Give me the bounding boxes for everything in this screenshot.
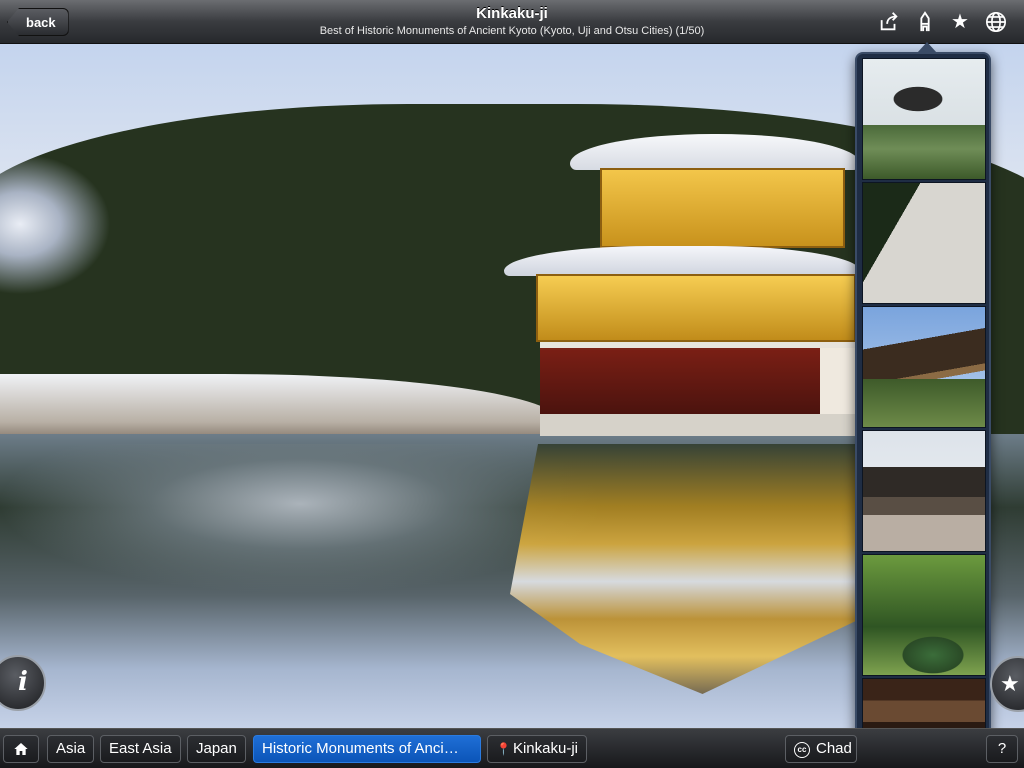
- thumbnail-wooden-temple-hillside[interactable]: [862, 306, 986, 428]
- globe-icon[interactable]: [983, 9, 1009, 35]
- home-button[interactable]: [3, 735, 39, 763]
- photo-credit-label: Chad: [816, 740, 852, 757]
- thumbnail-moss-garden[interactable]: [862, 554, 986, 676]
- breadcrumb-bar: Asia East Asia Japan Historic Monuments …: [0, 728, 1024, 768]
- breadcrumb-kinkaku-ji-label: Kinkaku-ji: [512, 740, 578, 757]
- breadcrumb-east-asia[interactable]: East Asia: [100, 735, 181, 763]
- breadcrumb-japan[interactable]: Japan: [187, 735, 246, 763]
- star-icon[interactable]: ★: [947, 9, 973, 35]
- page-title: Kinkaku-ji: [476, 5, 548, 22]
- breadcrumb-asia[interactable]: Asia: [47, 735, 95, 763]
- thumbnail-temple-by-pond[interactable]: [862, 58, 986, 180]
- breadcrumb-historic-monuments[interactable]: Historic Monuments of Anci…: [253, 735, 481, 763]
- pin-icon: 📍: [496, 742, 511, 756]
- photo-credit-button[interactable]: cc Chad: [785, 735, 857, 763]
- thumbnail-raked-sand-garden[interactable]: [862, 182, 986, 304]
- page-subtitle: Best of Historic Monuments of Ancient Ky…: [319, 25, 705, 37]
- star-plus-icon: ★: [1000, 671, 1020, 696]
- breadcrumb-kinkaku-ji[interactable]: 📍 Kinkaku-ji: [487, 735, 587, 763]
- creative-commons-icon: cc: [794, 742, 810, 758]
- thumbnail-popover: [855, 42, 991, 754]
- map-marker-icon[interactable]: [912, 9, 938, 35]
- help-button[interactable]: ?: [986, 735, 1018, 763]
- photo-golden-pavilion: [500, 74, 860, 436]
- share-icon[interactable]: [876, 9, 902, 35]
- home-icon: [14, 743, 28, 755]
- thumbnail-temple-hall-courtyard[interactable]: [862, 430, 986, 552]
- top-bar: back Kinkaku-ji Best of Historic Monumen…: [0, 0, 1024, 44]
